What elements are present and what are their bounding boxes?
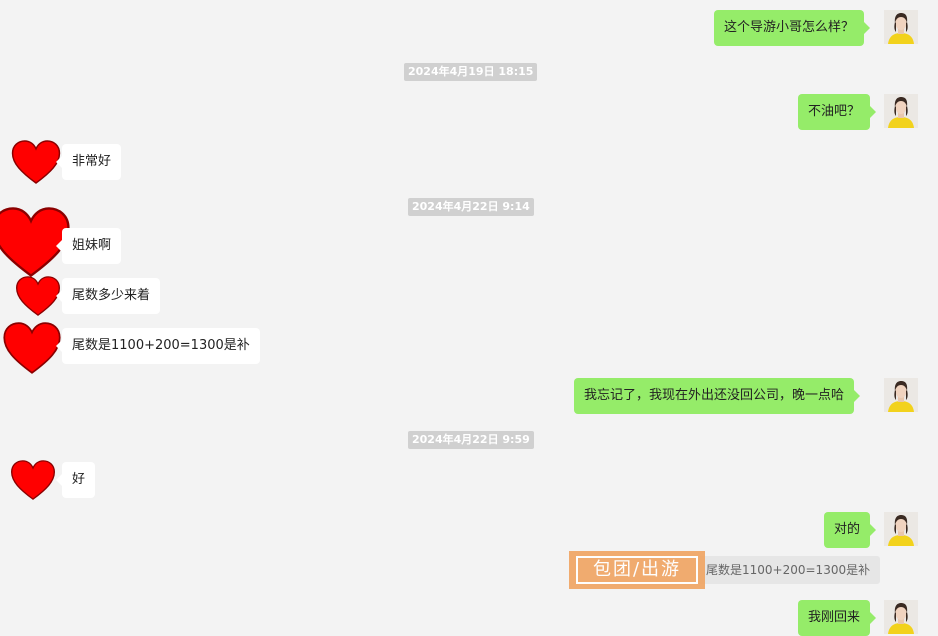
woman-avatar-icon xyxy=(884,10,918,44)
message-text: 不油吧？ xyxy=(808,104,861,119)
quoted-message[interactable]: 尾数是1100+200=1300是补 xyxy=(696,556,881,584)
message-bubble-self[interactable]: 我刚回来 xyxy=(798,600,877,636)
message-text: 我忘记了，我现在外出还没回公司，晚一点哈 xyxy=(584,388,845,403)
self-avatar[interactable] xyxy=(884,94,918,128)
red-heart-icon[interactable] xyxy=(10,140,62,184)
message-bubble-other[interactable]: 姐妹啊 xyxy=(55,228,122,264)
red-heart-icon[interactable] xyxy=(2,322,62,374)
woman-avatar-icon xyxy=(884,94,918,128)
message-bubble-other[interactable]: 好 xyxy=(55,462,96,498)
message-bubble-other[interactable]: 尾数是1100+200=1300是补 xyxy=(56,328,260,364)
message-text: 姐妹啊 xyxy=(72,238,112,253)
message-bubble-other[interactable]: 尾数多少来着 xyxy=(55,278,161,314)
message-bubble-self[interactable]: 我忘记了，我现在外出还没回公司，晚一点哈 xyxy=(574,378,861,414)
message-text: 对的 xyxy=(834,522,861,537)
self-avatar[interactable] xyxy=(884,512,918,546)
timestamp: 2024年4月22日 9:59 xyxy=(408,431,534,449)
timestamp: 2024年4月22日 9:14 xyxy=(408,198,534,216)
timestamp: 2024年4月19日 18:15 xyxy=(404,63,538,81)
message-text: 尾数多少来着 xyxy=(72,288,151,303)
self-avatar[interactable] xyxy=(884,600,918,634)
red-heart-icon[interactable] xyxy=(14,276,62,316)
watermark-logo: 包团/出游 xyxy=(569,551,705,589)
message-text: 我刚回来 xyxy=(808,610,861,625)
message-text: 非常好 xyxy=(72,154,112,169)
message-bubble-self[interactable]: 不油吧？ xyxy=(798,94,877,130)
watermark-text: 包团/出游 xyxy=(576,556,698,584)
self-avatar[interactable] xyxy=(884,10,918,44)
message-bubble-self[interactable]: 对的 xyxy=(824,512,877,548)
red-heart-icon[interactable] xyxy=(10,460,56,500)
woman-avatar-icon xyxy=(884,600,918,634)
message-bubble-self[interactable]: 这个导游小哥怎么样？ xyxy=(714,10,871,46)
self-avatar[interactable] xyxy=(884,378,918,412)
woman-avatar-icon xyxy=(884,378,918,412)
message-text: 这个导游小哥怎么样？ xyxy=(724,20,855,35)
message-text: 尾数是1100+200=1300是补 xyxy=(72,338,250,353)
message-text: 好 xyxy=(72,472,86,487)
message-bubble-other[interactable]: 非常好 xyxy=(55,144,122,180)
woman-avatar-icon xyxy=(884,512,918,546)
